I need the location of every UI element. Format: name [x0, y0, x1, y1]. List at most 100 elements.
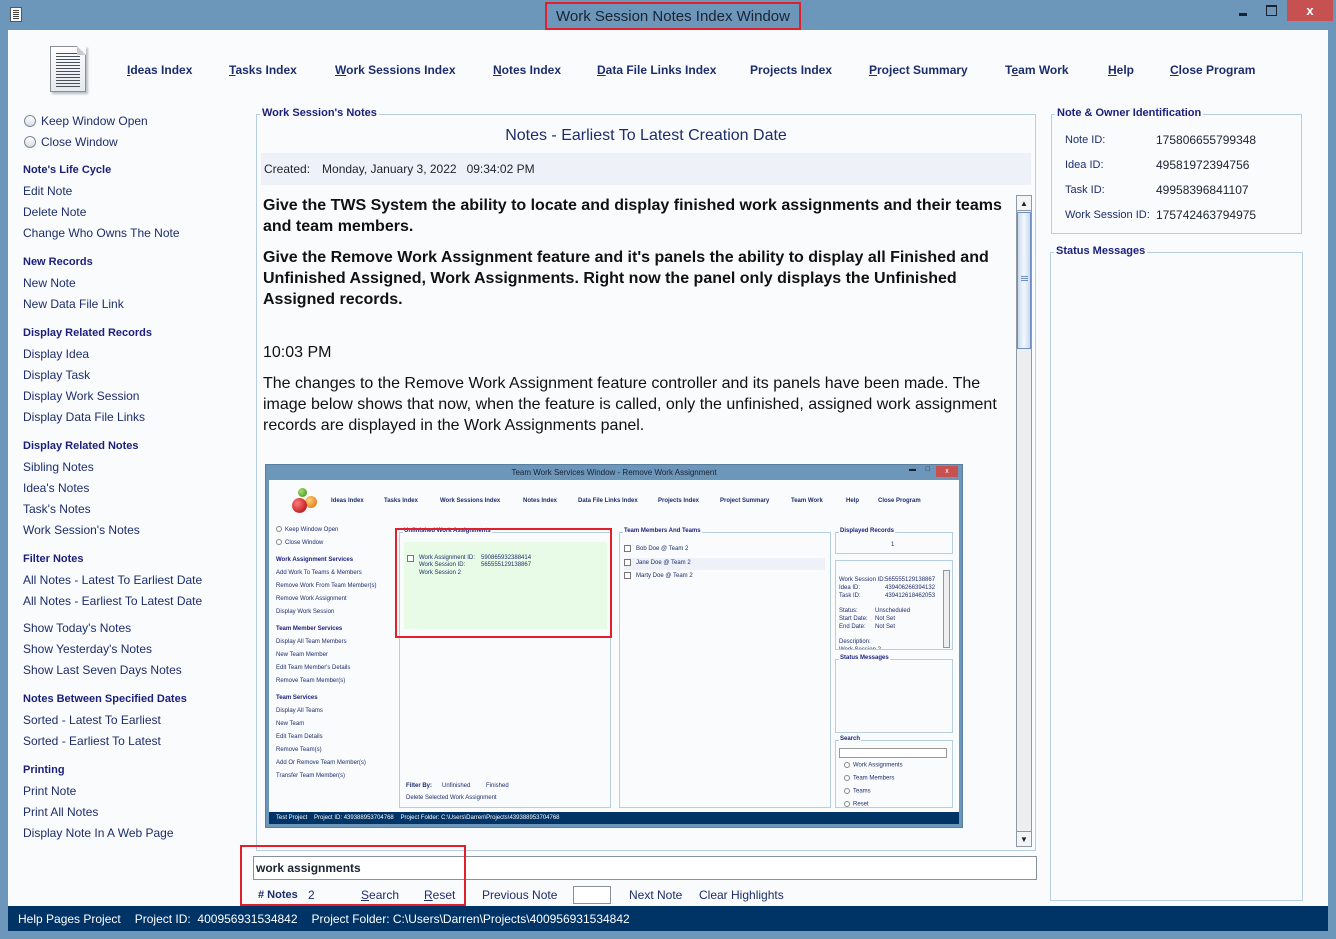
ideas-notes-link[interactable]: Idea's Notes	[23, 478, 253, 499]
embedded-side-heading: Team Member Services	[276, 626, 343, 632]
embedded-image-element	[624, 559, 631, 566]
embedded-image-element	[844, 801, 850, 807]
notes-panel-legend: Work Session's Notes	[260, 107, 379, 119]
embedded-image-element	[276, 526, 282, 533]
embedded-menu-item: Close Program	[878, 498, 921, 504]
menu-data-file-links-index[interactable]: Data File Links Index	[597, 63, 716, 77]
embedded-side-link: Remove Work Assignment	[276, 596, 347, 602]
menu-work-sessions-index[interactable]: Work Sessions Index	[335, 63, 456, 77]
all-notes-earliest-link[interactable]: All Notes - Earliest To Latest Date	[23, 591, 253, 612]
embedded-image-element	[839, 748, 947, 758]
embedded-side-link: Edit Team Member's Details	[276, 665, 351, 671]
close-window-radio[interactable]: Close Window	[23, 131, 253, 152]
embedded-image-element: Reset	[844, 801, 869, 808]
search-input[interactable]	[253, 856, 1037, 880]
menu-project-summary[interactable]: Project Summary	[869, 63, 968, 77]
embedded-menu-item: Project Summary	[720, 498, 770, 504]
embedded-image-element: Task ID:	[839, 593, 861, 599]
embedded-title: Team Work Services Window - Remove Work …	[511, 468, 717, 477]
all-notes-latest-link[interactable]: All Notes - Latest To Earliest Date	[23, 570, 253, 591]
menu-help[interactable]: Help	[1108, 63, 1134, 77]
minimize-button[interactable]	[1230, 0, 1256, 21]
embedded-image-element: 439412618462053	[885, 593, 936, 599]
delete-note-link[interactable]: Delete Note	[23, 202, 253, 223]
embedded-image-element: Not Set	[875, 624, 896, 630]
sorted-latest-link[interactable]: Sorted - Latest To Earliest	[23, 710, 253, 731]
project-name: Help Pages Project	[18, 911, 121, 926]
keep-window-open-radio[interactable]: Keep Window Open	[23, 110, 253, 131]
status-messages-legend: Status Messages	[1054, 245, 1148, 257]
menu-team-work[interactable]: Team Work	[1005, 63, 1069, 77]
note-scrollbar[interactable]: ▲ ▼	[1016, 195, 1032, 847]
note-paragraph: Give the TWS System the ability to locat…	[263, 197, 1002, 235]
radio-icon[interactable]	[24, 135, 36, 148]
radio-icon[interactable]	[24, 114, 36, 127]
yesterdays-notes-link[interactable]: Show Yesterday's Notes	[23, 639, 253, 660]
maximize-button[interactable]	[1258, 0, 1284, 21]
display-data-file-links-link[interactable]: Display Data File Links	[23, 407, 253, 428]
notes-count-value: 2	[308, 888, 315, 902]
note-number-field[interactable]	[573, 886, 611, 904]
embedded-image-element: End Date:	[839, 624, 866, 630]
previous-note-button[interactable]: Previous Note	[482, 888, 557, 902]
menu-projects-index[interactable]: Projects Index	[750, 63, 832, 77]
search-button[interactable]: Search	[361, 888, 399, 902]
print-all-notes-link[interactable]: Print All Notes	[23, 802, 253, 823]
todays-notes-link[interactable]: Show Today's Notes	[23, 618, 253, 639]
new-data-file-link-link[interactable]: New Data File Link	[23, 294, 253, 315]
embedded-logo-icon	[291, 488, 321, 518]
embedded-image-element: Work Assignments	[844, 762, 903, 769]
embedded-image-element: Jane Doe @ Team 2	[636, 560, 691, 566]
menu-ideas-index[interactable]: Ideas Index	[127, 63, 192, 77]
embedded-image-element: Finished	[486, 783, 509, 789]
reset-button[interactable]: Reset	[424, 888, 455, 902]
embedded-image-element	[292, 498, 307, 513]
display-web-page-link[interactable]: Display Note In A Web Page	[23, 823, 253, 844]
identification-legend: Note & Owner Identification	[1055, 107, 1204, 119]
scroll-down-arrow-icon[interactable]: ▼	[1017, 831, 1031, 846]
display-work-session-link[interactable]: Display Work Session	[23, 386, 253, 407]
embedded-menu-item: Team Work	[791, 498, 823, 504]
embedded-image-element: Unscheduled	[875, 608, 911, 614]
embedded-image-element: Bob Doe @ Team 2	[636, 546, 689, 552]
created-value: Monday, January 3, 2022 09:34:02 PM	[322, 162, 535, 176]
menu-notes-index[interactable]: Notes Index	[493, 63, 561, 77]
embedded-image-element: Team Members	[844, 775, 894, 782]
embedded-side-link: Add Or Remove Team Member(s)	[276, 760, 366, 766]
embedded-image-element: Start Date:	[839, 616, 868, 622]
embedded-image-element	[298, 488, 307, 497]
display-idea-link[interactable]: Display Idea	[23, 344, 253, 365]
display-task-link[interactable]: Display Task	[23, 365, 253, 386]
clear-highlights-button[interactable]: Clear Highlights	[699, 888, 784, 902]
tasks-notes-link[interactable]: Task's Notes	[23, 499, 253, 520]
title-bar[interactable]: Work Session Notes Index Window x	[0, 0, 1336, 30]
edit-note-link[interactable]: Edit Note	[23, 181, 253, 202]
embedded-displayed-records-panel: Displayed Records 1	[835, 528, 953, 554]
close-button[interactable]: x	[1287, 0, 1333, 21]
note-id-value: 175806655799348	[1156, 133, 1257, 147]
sorted-earliest-link[interactable]: Sorted - Earliest To Latest	[23, 731, 253, 752]
last-seven-days-link[interactable]: Show Last Seven Days Notes	[23, 660, 253, 681]
embedded-image-element: Marty Doe @ Team 2	[636, 573, 693, 579]
next-note-button[interactable]: Next Note	[629, 888, 682, 902]
print-note-link[interactable]: Print Note	[23, 781, 253, 802]
work-sessions-notes-link[interactable]: Work Session's Notes	[23, 520, 253, 541]
menu-tasks-index[interactable]: Tasks Index	[229, 63, 297, 77]
embedded-image-element	[624, 572, 631, 579]
scroll-up-arrow-icon[interactable]: ▲	[1017, 196, 1031, 211]
grip-icon	[1021, 276, 1028, 282]
menu-close-program[interactable]: Close Program	[1170, 63, 1255, 77]
embedded-details-panel: Work Session's Details Work Session ID: …	[835, 560, 953, 650]
embedded-image-element: Status Messages	[839, 655, 890, 661]
embedded-image-element	[844, 762, 850, 768]
change-owner-link[interactable]: Change Who Owns The Note	[23, 223, 253, 244]
embedded-members-panel: Team Members And Teams Bob Doe @ Team 2 …	[619, 528, 831, 808]
scroll-thumb[interactable]	[1017, 212, 1031, 349]
embedded-close-icon: x	[936, 466, 958, 477]
embedded-image-element: 565555129138867	[885, 577, 936, 583]
new-note-link[interactable]: New Note	[23, 273, 253, 294]
embedded-menu-item: Help	[846, 498, 860, 504]
embedded-radio: Keep Window Open	[276, 524, 396, 537]
embedded-image-element: Reset	[853, 801, 869, 808]
sibling-notes-link[interactable]: Sibling Notes	[23, 457, 253, 478]
